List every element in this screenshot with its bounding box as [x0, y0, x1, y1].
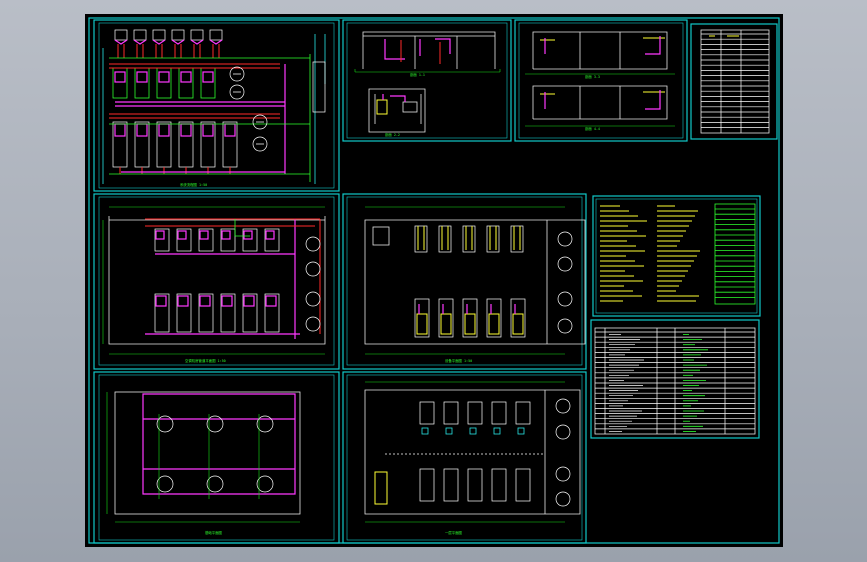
plan-unit — [443, 468, 459, 502]
cooling-tower — [190, 29, 204, 41]
svg-text:一层平面图: 一层平面图 — [445, 530, 463, 535]
plan-unit — [443, 401, 459, 425]
plan-unit — [462, 225, 476, 253]
svg-text:基础平面图: 基础平面图 — [205, 530, 223, 535]
sheet-plan-ground[interactable]: 一层平面图 — [342, 371, 587, 544]
plan-unit — [198, 293, 214, 333]
plan-unit — [220, 293, 236, 333]
cooling-tower — [152, 29, 166, 41]
plan-unit — [264, 228, 280, 252]
plan-unit — [414, 225, 428, 253]
plan-unit — [419, 401, 435, 425]
sheet-plan-equipment[interactable]: 设备平面图 1:50 — [342, 193, 587, 370]
plan-unit — [491, 401, 507, 425]
plan-unit — [242, 293, 258, 333]
plan-unit — [438, 225, 452, 253]
drawing-viewport[interactable]: 系统流程图 1:50 剖面 1-1 剖面 2-2 剖面 3-3 剖面 4-4 空… — [85, 14, 783, 547]
plan-unit — [515, 401, 531, 425]
plan-unit — [154, 228, 170, 252]
sheet-design-notes[interactable] — [592, 195, 761, 317]
cooling-tower — [209, 29, 223, 41]
plan-unit — [176, 293, 192, 333]
svg-text:剖面 3-3: 剖面 3-3 — [585, 74, 600, 79]
sheet-section-2[interactable]: 剖面 3-3 剖面 4-4 — [514, 19, 688, 142]
cooling-tower — [171, 29, 185, 41]
plan-unit — [176, 228, 192, 252]
cooling-tower — [114, 29, 128, 41]
sheet-plan-piping[interactable]: 空调机房管道平面图 1:50 — [93, 193, 340, 370]
plan-unit — [467, 468, 483, 502]
cooling-tower — [133, 29, 147, 41]
plan-unit — [486, 225, 500, 253]
plan-unit — [242, 228, 258, 252]
cad-drawing-canvas[interactable]: 系统流程图 1:50 剖面 1-1 剖面 2-2 剖面 3-3 剖面 4-4 空… — [85, 14, 783, 547]
plan-unit — [515, 468, 531, 502]
sheet-material-table-top[interactable] — [690, 23, 778, 140]
plan-unit — [467, 401, 483, 425]
sheet-equipment-list[interactable] — [590, 319, 760, 439]
plan-unit — [491, 468, 507, 502]
svg-text:剖面 1-1: 剖面 1-1 — [410, 72, 425, 77]
plan-unit — [264, 293, 280, 333]
plan-unit — [198, 228, 214, 252]
plan-unit — [220, 228, 236, 252]
svg-text:剖面 4-4: 剖面 4-4 — [585, 126, 600, 131]
svg-text:剖面 2-2: 剖面 2-2 — [385, 132, 400, 137]
svg-text:系统流程图 1:50: 系统流程图 1:50 — [180, 182, 207, 187]
sheet-section-1[interactable]: 剖面 1-1 剖面 2-2 — [342, 19, 512, 142]
svg-text:设备平面图 1:50: 设备平面图 1:50 — [445, 358, 472, 363]
plan-unit — [154, 293, 170, 333]
sheet-system-diagram[interactable]: 系统流程图 1:50 — [93, 19, 340, 192]
plan-unit — [419, 468, 435, 502]
sheet-foundation-plan[interactable]: 基础平面图 — [93, 371, 340, 544]
plan-unit — [510, 225, 524, 253]
svg-text:空调机房管道平面图 1:50: 空调机房管道平面图 1:50 — [185, 358, 226, 363]
